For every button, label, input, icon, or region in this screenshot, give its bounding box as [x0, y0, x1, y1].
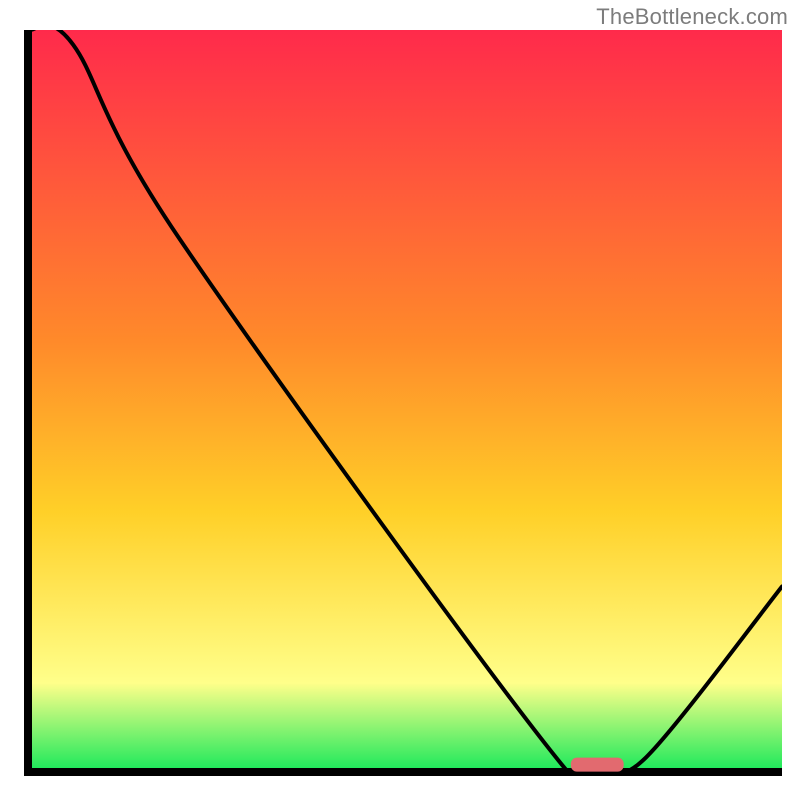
plot-area: [24, 30, 782, 776]
optimum-marker: [571, 758, 624, 772]
chart-svg: [24, 30, 782, 776]
watermark-text: TheBottleneck.com: [596, 4, 788, 30]
chart-stage: TheBottleneck.com: [0, 0, 800, 800]
gradient-background: [28, 30, 782, 772]
